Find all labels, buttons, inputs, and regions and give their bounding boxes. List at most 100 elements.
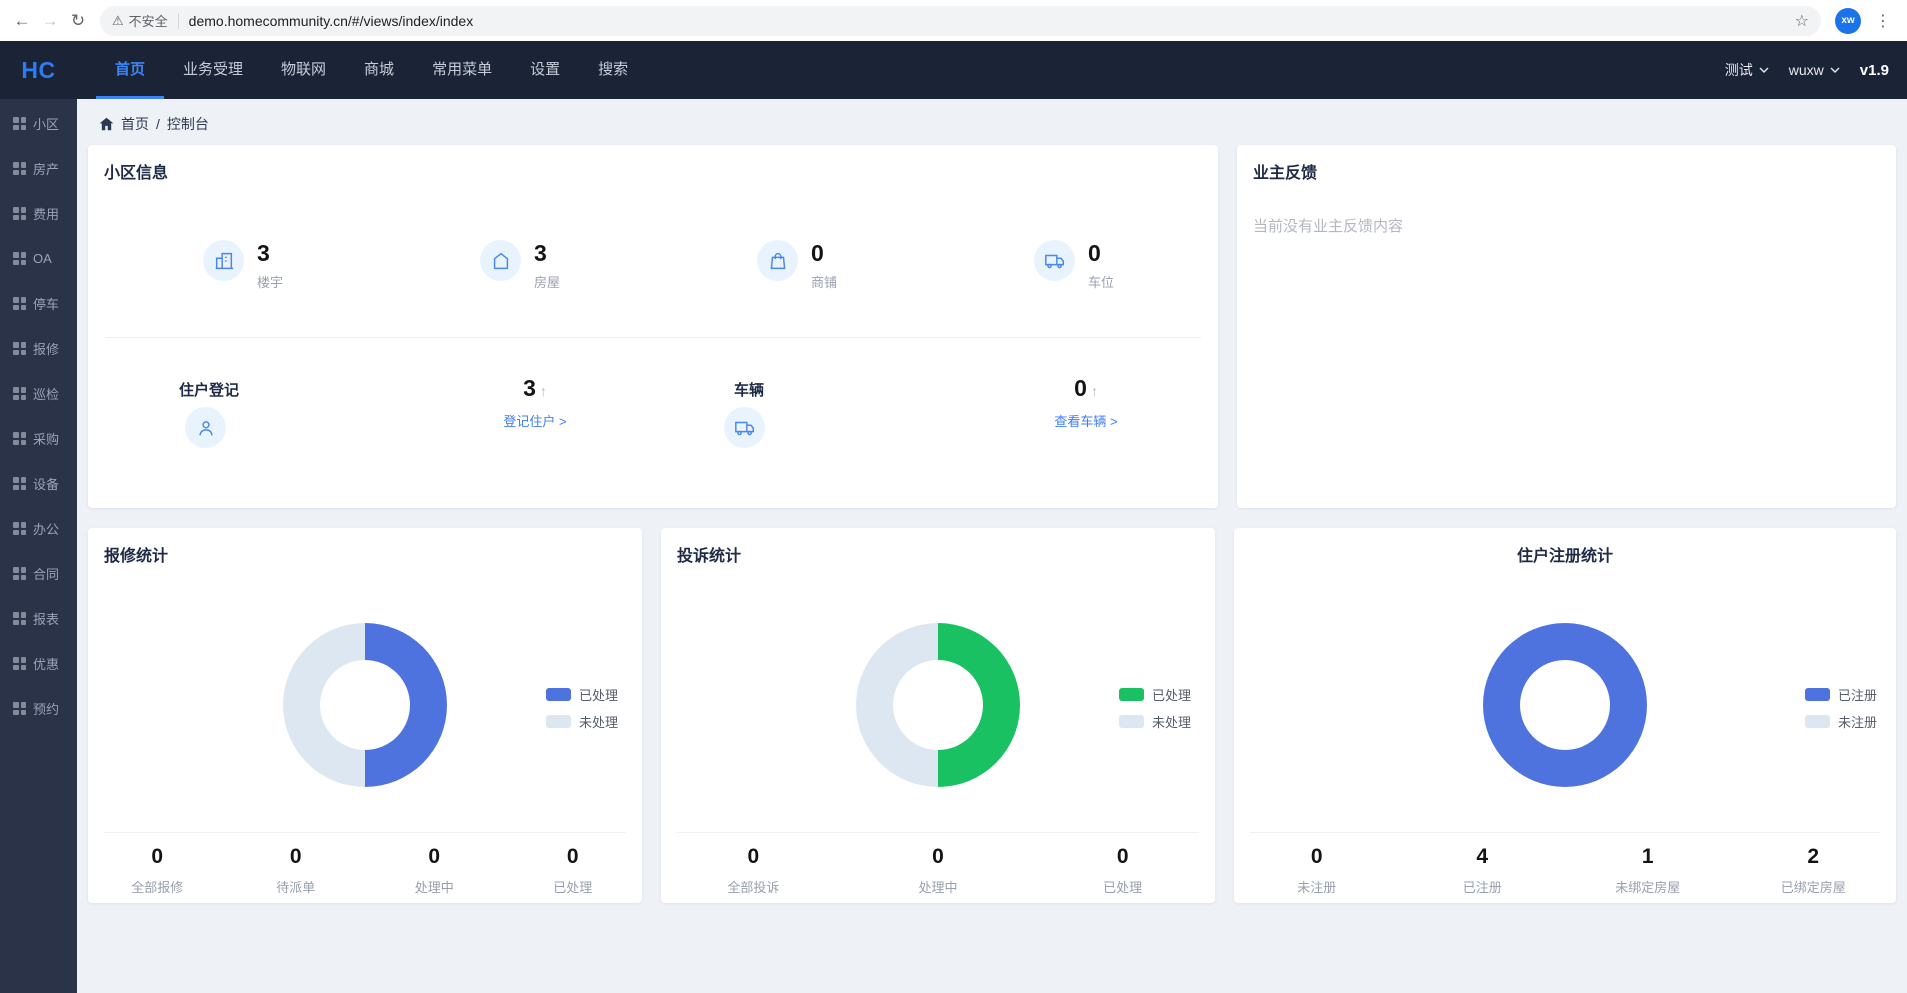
navbar-right: 测试 wuxw v1.9 — [1725, 41, 1889, 99]
sidebar-item-parking[interactable]: 停车 — [0, 281, 77, 326]
app-logo[interactable]: HC — [0, 41, 77, 99]
up-arrow-icon: ↑ — [540, 383, 547, 399]
sidebar-item-appointment[interactable]: 预约 — [0, 686, 77, 731]
browser-avatar[interactable]: xw — [1835, 8, 1861, 34]
person-icon — [185, 407, 226, 448]
sidebar-item-inspection[interactable]: 巡检 — [0, 371, 77, 416]
reload-icon[interactable]: ↻ — [64, 7, 92, 35]
repair-donut-chart — [283, 623, 447, 787]
nav-item-mall[interactable]: 商城 — [345, 41, 413, 99]
sidebar-item-discount[interactable]: 优惠 — [0, 641, 77, 686]
legend-item[interactable]: 未处理 — [546, 712, 618, 731]
version-label: v1.9 — [1860, 62, 1889, 79]
main-content: 首页 / 控制台 小区信息 3 楼宇 — [77, 99, 1907, 993]
chart-legend: 已处理 未处理 — [1119, 685, 1191, 739]
resident-count-block: 3↑ 登记住户 > — [465, 375, 605, 430]
registration-donut-chart — [1483, 623, 1647, 787]
sidebar-item-office[interactable]: 办公 — [0, 506, 77, 551]
sidebar-item-repair[interactable]: 报修 — [0, 326, 77, 371]
stat-buildings: 3 楼宇 — [203, 240, 283, 291]
breadcrumb-separator: / — [156, 116, 160, 132]
card-title: 住户注册统计 — [1234, 542, 1896, 566]
divider — [104, 832, 626, 833]
truck-icon — [1034, 240, 1075, 281]
legend-swatch — [1805, 715, 1830, 728]
grid-icon — [13, 612, 26, 625]
address-bar[interactable]: ⚠ 不安全 demo.homecommunity.cn/#/views/inde… — [100, 6, 1821, 36]
up-arrow-icon: ↑ — [1091, 383, 1098, 399]
sidebar-item-report[interactable]: 报表 — [0, 596, 77, 641]
resident-registration-label: 住户登记 — [179, 379, 239, 400]
legend-item[interactable]: 已处理 — [546, 685, 618, 704]
grid-icon — [13, 117, 26, 130]
back-icon[interactable]: ← — [8, 7, 36, 35]
sidebar: 小区 房产 费用 OA 停车 报修 巡检 采购 设备 办公 合同 报表 优惠 预… — [0, 99, 77, 993]
registration-stats-card: 住户注册统计 已注册 未注册 0未注册 4已注册 1未绑定房屋 2已绑定房屋 — [1234, 528, 1896, 903]
bookmark-star-icon[interactable]: ☆ — [1795, 11, 1809, 31]
browser-menu-icon[interactable]: ⋮ — [1871, 11, 1895, 31]
grid-icon — [13, 162, 26, 175]
chevron-down-icon — [1830, 67, 1840, 73]
divider — [105, 337, 1201, 338]
card-title: 小区信息 — [104, 159, 168, 183]
nav-item-settings[interactable]: 设置 — [511, 41, 579, 99]
stat-cell: 0未注册 — [1234, 845, 1400, 896]
chart-stats-row: 0全部投诉 0处理中 0已处理 — [661, 845, 1215, 896]
forward-icon[interactable]: → — [36, 7, 64, 35]
legend-swatch — [1805, 688, 1830, 701]
url-text[interactable]: demo.homecommunity.cn/#/views/index/inde… — [189, 13, 1787, 29]
divider — [1250, 832, 1880, 833]
security-label[interactable]: 不安全 — [129, 11, 168, 30]
legend-swatch — [1119, 688, 1144, 701]
sidebar-item-fees[interactable]: 费用 — [0, 191, 77, 236]
org-dropdown[interactable]: 测试 — [1725, 60, 1769, 80]
repair-stats-card: 报修统计 已处理 未处理 0全部报修 0待派单 0处理中 0已处理 — [88, 528, 642, 903]
card-title: 业主反馈 — [1253, 159, 1317, 183]
sidebar-item-equipment[interactable]: 设备 — [0, 461, 77, 506]
stat-value: 0 — [1088, 242, 1114, 265]
nav-item-common-menu[interactable]: 常用菜单 — [413, 41, 511, 99]
org-name: 测试 — [1725, 60, 1753, 80]
vehicle-count-block: 0↑ 查看车辆 > — [1016, 375, 1156, 430]
legend-item[interactable]: 已注册 — [1805, 685, 1877, 704]
grid-icon — [13, 522, 26, 535]
stat-label: 车位 — [1088, 272, 1114, 291]
browser-chrome: ← → ↻ ⚠ 不安全 demo.homecommunity.cn/#/view… — [0, 0, 1907, 41]
main-menu: 首页 业务受理 物联网 商城 常用菜单 设置 搜索 — [96, 41, 647, 99]
complaint-stats-card: 投诉统计 已处理 未处理 0全部投诉 0处理中 0已处理 — [661, 528, 1215, 903]
user-name: wuxw — [1789, 62, 1824, 78]
register-resident-link[interactable]: 登记住户 > — [465, 411, 605, 430]
nav-item-iot[interactable]: 物联网 — [262, 41, 345, 99]
sidebar-item-contract[interactable]: 合同 — [0, 551, 77, 596]
grid-icon — [13, 342, 26, 355]
screen: ← → ↻ ⚠ 不安全 demo.homecommunity.cn/#/view… — [0, 0, 1907, 993]
stat-label: 商铺 — [811, 272, 837, 291]
sidebar-item-property[interactable]: 房产 — [0, 146, 77, 191]
nav-item-business[interactable]: 业务受理 — [164, 41, 262, 99]
sidebar-item-purchase[interactable]: 采购 — [0, 416, 77, 461]
stat-value: 0 — [811, 242, 837, 265]
breadcrumb-home[interactable]: 首页 — [121, 114, 149, 134]
stat-cell: 0已处理 — [504, 845, 643, 896]
stat-cell: 2已绑定房屋 — [1731, 845, 1897, 896]
grid-icon — [13, 387, 26, 400]
sidebar-item-community[interactable]: 小区 — [0, 101, 77, 146]
grid-icon — [13, 432, 26, 445]
nav-item-search[interactable]: 搜索 — [579, 41, 647, 99]
grid-icon — [13, 702, 26, 715]
chart-legend: 已注册 未注册 — [1805, 685, 1877, 739]
community-info-card: 小区信息 3 楼宇 3 房屋 — [88, 145, 1218, 508]
user-dropdown[interactable]: wuxw — [1789, 62, 1840, 78]
chart-legend: 已处理 未处理 — [546, 685, 618, 739]
nav-item-home[interactable]: 首页 — [96, 41, 164, 99]
legend-swatch — [546, 715, 571, 728]
legend-item[interactable]: 未注册 — [1805, 712, 1877, 731]
vehicle-count: 0 — [1074, 375, 1087, 401]
view-vehicles-link[interactable]: 查看车辆 > — [1016, 411, 1156, 430]
stat-cell: 0待派单 — [227, 845, 366, 896]
sidebar-item-oa[interactable]: OA — [0, 236, 77, 281]
chevron-down-icon — [1759, 67, 1769, 73]
grid-icon — [13, 297, 26, 310]
legend-item[interactable]: 已处理 — [1119, 685, 1191, 704]
legend-item[interactable]: 未处理 — [1119, 712, 1191, 731]
